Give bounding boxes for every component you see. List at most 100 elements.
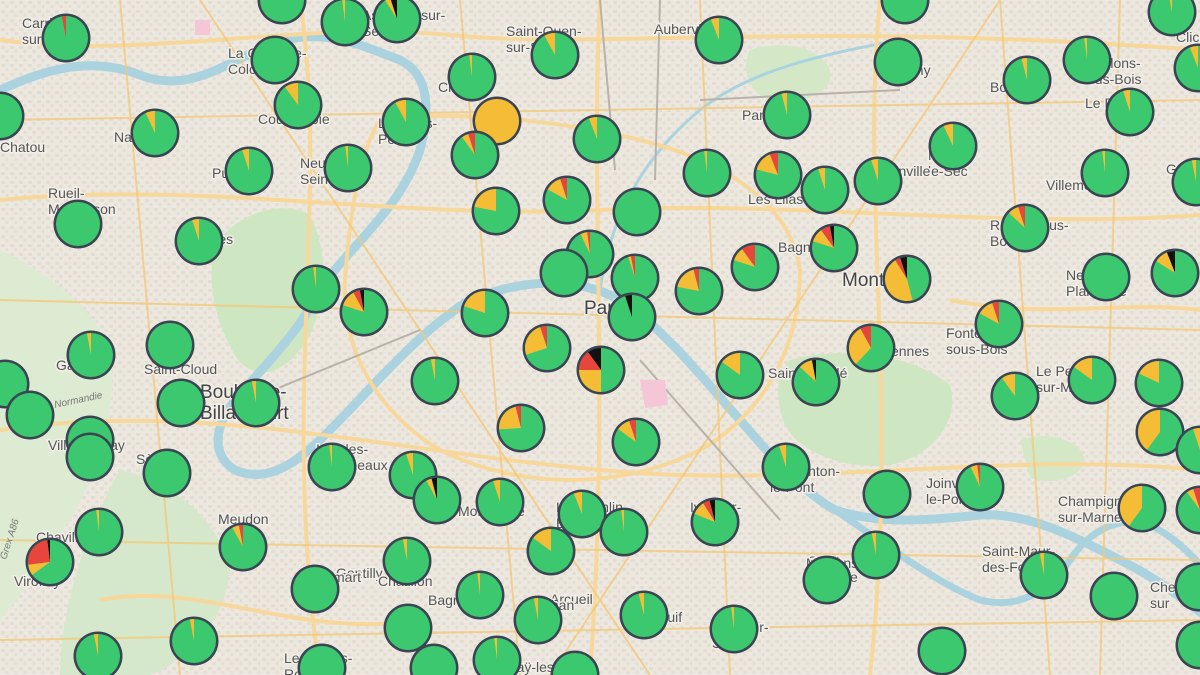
station-marker-m19[interactable] — [273, 80, 323, 130]
station-marker-m8[interactable] — [1062, 35, 1112, 85]
station-marker-m96[interactable] — [455, 570, 505, 620]
marker-ok-share — [542, 251, 586, 295]
station-marker-m40[interactable] — [730, 242, 780, 292]
station-marker-m31[interactable] — [800, 165, 850, 215]
station-marker-m37[interactable] — [1150, 248, 1200, 298]
marker-ok-share — [68, 435, 112, 479]
station-marker-m102[interactable] — [917, 626, 967, 675]
station-marker-m10[interactable] — [1105, 87, 1155, 137]
marker-ok-share — [876, 40, 920, 84]
station-marker-m27[interactable] — [471, 186, 521, 236]
station-marker-m55[interactable] — [791, 357, 841, 407]
station-marker-m5[interactable] — [694, 15, 744, 65]
station-marker-m86[interactable] — [599, 507, 649, 557]
station-marker-m73[interactable] — [307, 442, 357, 492]
station-marker-m99[interactable] — [709, 604, 759, 654]
station-marker-m36[interactable] — [1081, 252, 1131, 302]
station-marker-m82[interactable] — [955, 462, 1005, 512]
station-marker-m103[interactable] — [1019, 550, 1069, 600]
station-marker-m26[interactable] — [542, 175, 592, 225]
station-marker-m45[interactable] — [607, 292, 657, 342]
station-marker-m15[interactable] — [572, 114, 622, 164]
station-marker-m13[interactable] — [762, 90, 812, 140]
station-marker-m65[interactable] — [66, 330, 116, 380]
station-marker-m89[interactable] — [218, 522, 268, 572]
station-marker-m22[interactable] — [130, 108, 180, 158]
station-marker-m33[interactable] — [1080, 148, 1130, 198]
station-marker-m60[interactable] — [990, 371, 1040, 421]
marker-ok-share — [1084, 255, 1128, 299]
station-marker-m53[interactable] — [576, 345, 626, 395]
marker-ok-share — [148, 323, 192, 367]
marker-ok-share — [1092, 574, 1136, 618]
station-marker-m59[interactable] — [1134, 358, 1184, 408]
station-marker-m29[interactable] — [682, 148, 732, 198]
station-marker-m79[interactable] — [611, 417, 661, 467]
station-marker-m58[interactable] — [1067, 355, 1117, 405]
station-marker-m44[interactable] — [539, 248, 589, 298]
map-canvas[interactable]: Carrières-sur-SeineLa Garenne-ColombesAs… — [0, 0, 1200, 675]
station-marker-m68[interactable] — [156, 378, 206, 428]
station-marker-m23[interactable] — [224, 146, 274, 196]
station-marker-m52[interactable] — [522, 323, 572, 373]
marker-ok-share — [159, 381, 203, 425]
station-marker-m101[interactable] — [851, 530, 901, 580]
station-marker-m76[interactable] — [475, 477, 525, 527]
marker-ok-share — [56, 202, 100, 246]
station-marker-m32[interactable] — [853, 156, 903, 206]
landuse-2 — [195, 20, 210, 35]
station-marker-m83[interactable] — [1117, 483, 1167, 533]
station-marker-m91[interactable] — [25, 537, 75, 587]
marker-ok-share — [805, 558, 849, 602]
station-marker-m14[interactable] — [928, 121, 978, 171]
station-marker-m98[interactable] — [619, 590, 669, 640]
station-marker-m47[interactable] — [174, 216, 224, 266]
station-marker-m51[interactable] — [460, 288, 510, 338]
station-marker-m78[interactable] — [496, 403, 546, 453]
station-marker-m93[interactable] — [169, 616, 219, 666]
marker-ok-share — [386, 606, 430, 650]
station-marker-m11[interactable] — [1002, 55, 1052, 105]
station-marker-m20[interactable] — [250, 35, 300, 85]
station-marker-m63[interactable] — [410, 356, 460, 406]
station-marker-m39[interactable] — [882, 254, 932, 304]
station-marker-m4[interactable] — [530, 30, 580, 80]
station-marker-m48[interactable] — [53, 199, 103, 249]
station-marker-m71[interactable] — [65, 432, 115, 482]
station-marker-m97[interactable] — [513, 595, 563, 645]
station-marker-m57[interactable] — [974, 299, 1024, 349]
station-marker-m100[interactable] — [802, 555, 852, 605]
station-marker-m64[interactable] — [145, 320, 195, 370]
station-marker-m67[interactable] — [5, 390, 55, 440]
station-marker-m12[interactable] — [873, 37, 923, 87]
station-marker-m90[interactable] — [74, 507, 124, 557]
marker-ok-share — [615, 190, 659, 234]
station-marker-m56[interactable] — [846, 323, 896, 373]
marker-ok-share — [145, 451, 189, 495]
station-marker-m95[interactable] — [383, 603, 433, 653]
station-marker-m34[interactable] — [1000, 203, 1050, 253]
station-marker-m69[interactable] — [231, 378, 281, 428]
place-label-chatou: Chatou — [0, 139, 45, 155]
station-marker-m54[interactable] — [715, 350, 765, 400]
station-marker-m81[interactable] — [862, 469, 912, 519]
station-marker-m85[interactable] — [690, 497, 740, 547]
station-marker-m25[interactable] — [450, 130, 500, 180]
station-marker-m88[interactable] — [382, 536, 432, 586]
station-marker-m50[interactable] — [339, 287, 389, 337]
station-marker-m94[interactable] — [290, 564, 340, 614]
station-marker-m41[interactable] — [674, 266, 724, 316]
station-marker-m80[interactable] — [761, 442, 811, 492]
station-marker-m75[interactable] — [412, 475, 462, 525]
station-marker-m21[interactable] — [41, 13, 91, 63]
station-marker-m18[interactable] — [381, 97, 431, 147]
station-marker-m46[interactable] — [291, 264, 341, 314]
station-marker-m28[interactable] — [612, 187, 662, 237]
station-marker-m38[interactable] — [809, 223, 859, 273]
station-marker-m87[interactable] — [526, 526, 576, 576]
station-marker-m72[interactable] — [142, 448, 192, 498]
station-marker-m104[interactable] — [1089, 571, 1139, 621]
station-marker-m16[interactable] — [447, 52, 497, 102]
station-marker-m24[interactable] — [323, 143, 373, 193]
station-marker-m30[interactable] — [753, 150, 803, 200]
